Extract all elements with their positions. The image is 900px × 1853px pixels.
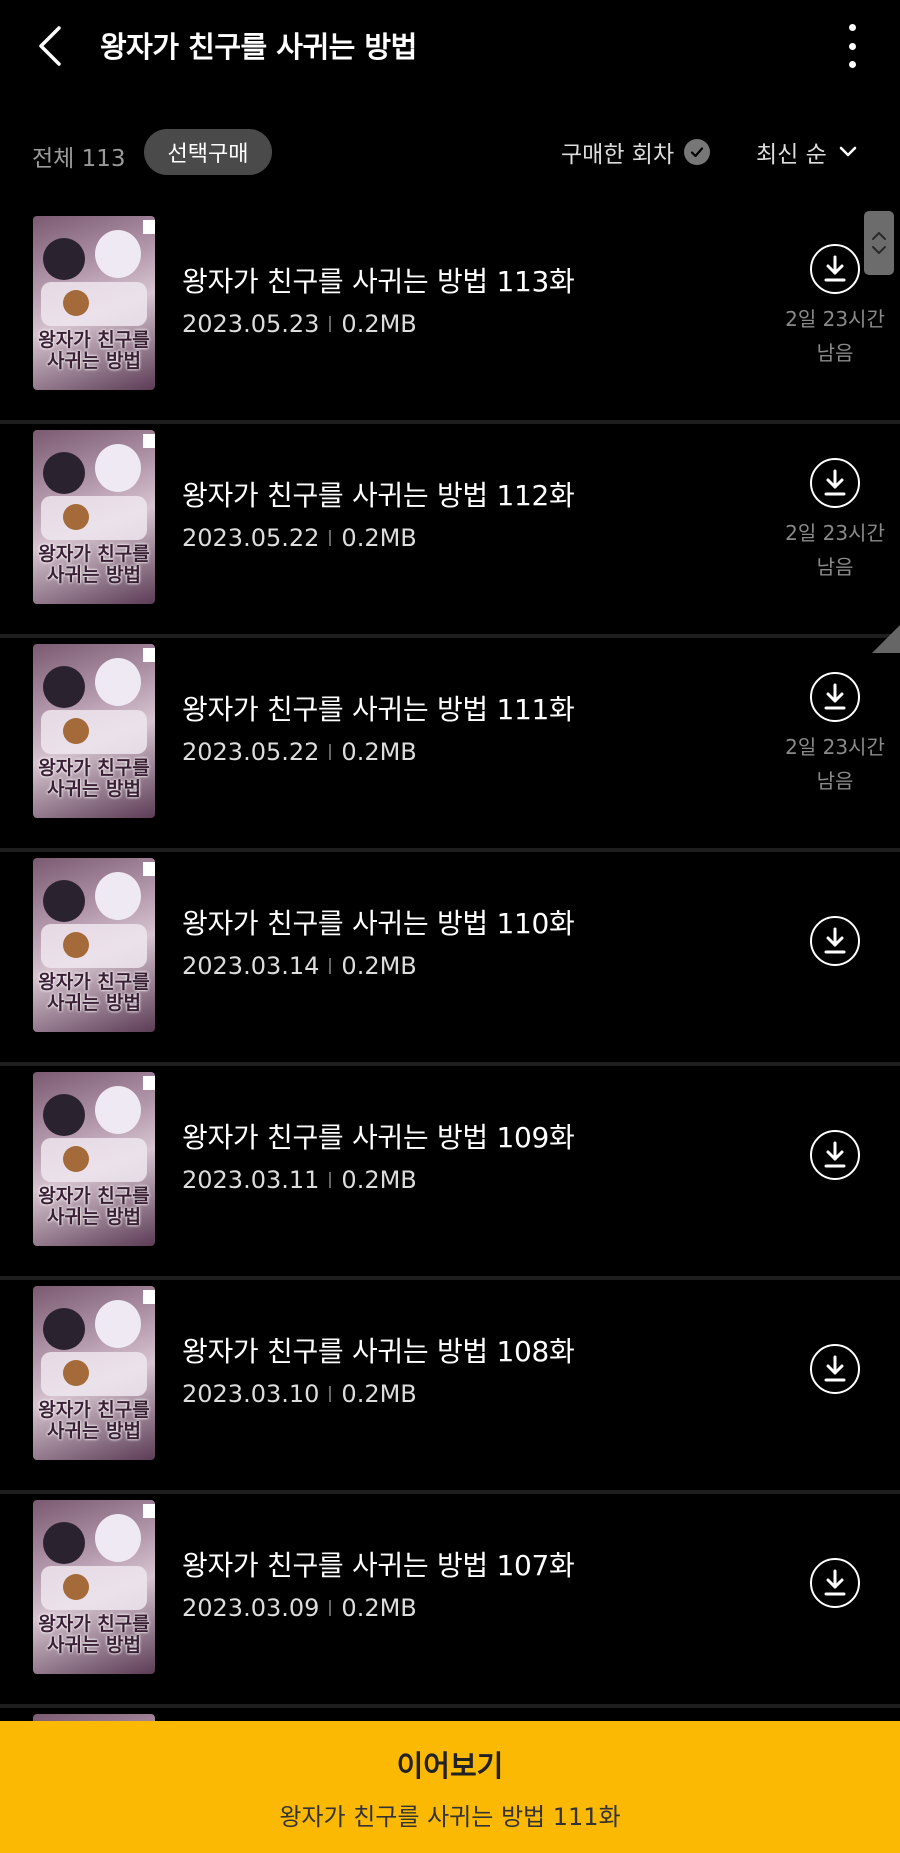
episode-row[interactable]: 왕자가 친구를 사귀는 방법 왕자가 친구를 사귀는 방법 113화 2023.0… [0,210,900,424]
episode-title: 왕자가 친구를 사귀는 방법 111화 [182,693,575,726]
episode-date: 2023.05.23 [182,310,320,338]
select-purchase-button[interactable]: 선택구매 [144,129,272,175]
episode-meta: 2023.03.11 0.2MB [182,1166,417,1194]
episode-thumbnail: 왕자가 친구를 사귀는 방법 [33,644,155,818]
episode-size: 0.2MB [341,1380,417,1408]
episode-row[interactable]: 왕자가 친구를 사귀는 방법 왕자가 친구를 사귀는 방법 109화 2023.0… [0,1066,900,1280]
episode-size: 0.2MB [341,1594,417,1622]
download-button[interactable] [810,458,860,508]
filter-bar: 전체 113 선택구매 구매한 회차 최신 순 [0,125,900,181]
divider [329,1172,332,1188]
episode-date: 2023.03.10 [182,1380,320,1408]
episode-row[interactable]: 왕자가 친구를 사귀는 방법 왕자가 친구를 사귀는 방법 110화 2023.0… [0,852,900,1066]
episode-list-screen: 왕자가 친구를 사귀는 방법 전체 113 선택구매 구매한 회차 최신 순 왕… [0,0,900,1853]
total-count: 전체 113 [32,146,126,172]
episode-thumbnail: 왕자가 친구를 사귀는 방법 [33,1500,155,1674]
episode-date: 2023.05.22 [182,738,320,766]
episode-size: 0.2MB [341,952,417,980]
more-vertical-icon [848,24,856,31]
episode-size: 0.2MB [341,1166,417,1194]
download-button[interactable] [810,1558,860,1608]
download-icon [824,683,846,710]
page-title: 왕자가 친구를 사귀는 방법 [100,30,417,64]
download-icon [824,1355,846,1382]
episode-meta: 2023.05.22 0.2MB [182,524,417,552]
episode-date: 2023.03.11 [182,1166,320,1194]
download-icon [824,1141,846,1168]
chevron-down-icon [839,146,857,157]
download-icon [824,1569,846,1596]
divider [329,958,332,974]
episode-meta: 2023.05.23 0.2MB [182,310,417,338]
episode-date: 2023.03.14 [182,952,320,980]
episode-list: 왕자가 친구를 사귀는 방법 왕자가 친구를 사귀는 방법 113화 2023.0… [0,210,900,1853]
continue-episode-title: 왕자가 친구를 사귀는 방법 111화 [279,1802,621,1831]
episode-size: 0.2MB [341,738,417,766]
divider [329,316,332,332]
continue-label: 이어보기 [396,1748,504,1783]
sort-dropdown[interactable]: 최신 순 [756,137,857,168]
corner-marker-icon [872,625,900,653]
episode-row[interactable]: 왕자가 친구를 사귀는 방법 왕자가 친구를 사귀는 방법 108화 2023.0… [0,1280,900,1494]
rental-remaining: 2일 23시간 남음 [785,735,885,793]
episode-thumbnail: 왕자가 친구를 사귀는 방법 [33,858,155,1032]
fast-scroll-handle[interactable] [864,211,894,275]
episode-title: 왕자가 친구를 사귀는 방법 108화 [182,1335,575,1368]
download-button[interactable] [810,672,860,722]
scroll-arrows-icon [872,232,886,254]
episode-row[interactable]: 왕자가 친구를 사귀는 방법 왕자가 친구를 사귀는 방법 107화 2023.0… [0,1494,900,1708]
episode-title: 왕자가 친구를 사귀는 방법 112화 [182,479,575,512]
download-button[interactable] [810,916,860,966]
episode-thumbnail: 왕자가 친구를 사귀는 방법 [33,1286,155,1460]
divider [329,1386,332,1402]
back-button[interactable] [28,22,72,70]
divider [329,1600,332,1616]
episode-thumbnail: 왕자가 친구를 사귀는 방법 [33,430,155,604]
episode-title: 왕자가 친구를 사귀는 방법 110화 [182,907,575,940]
episode-size: 0.2MB [341,310,417,338]
episode-date: 2023.05.22 [182,524,320,552]
more-options-button[interactable] [830,20,874,72]
episode-meta: 2023.05.22 0.2MB [182,738,417,766]
download-icon [824,927,846,954]
episode-title: 왕자가 친구를 사귀는 방법 107화 [182,1549,575,1582]
episode-meta: 2023.03.09 0.2MB [182,1594,417,1622]
episode-thumbnail: 왕자가 친구를 사귀는 방법 [33,1072,155,1246]
episode-meta: 2023.03.10 0.2MB [182,1380,417,1408]
download-button[interactable] [810,1344,860,1394]
purchased-filter-toggle[interactable]: 구매한 회차 [561,137,711,168]
back-arrow-icon [39,26,61,66]
sort-label: 최신 순 [756,142,827,168]
episode-meta: 2023.03.14 0.2MB [182,952,417,980]
episode-title: 왕자가 친구를 사귀는 방법 109화 [182,1121,575,1154]
episode-thumbnail: 왕자가 친구를 사귀는 방법 [33,216,155,390]
download-button[interactable] [810,1130,860,1180]
download-icon [824,469,846,496]
episode-date: 2023.03.09 [182,1594,320,1622]
download-button[interactable] [810,244,860,294]
episode-row[interactable]: 왕자가 친구를 사귀는 방법 왕자가 친구를 사귀는 방법 111화 2023.0… [0,638,900,852]
download-icon [824,255,846,282]
purchased-filter-label: 구매한 회차 [561,142,675,168]
divider [329,744,332,760]
continue-reading-button[interactable]: 이어보기 왕자가 친구를 사귀는 방법 111화 [0,1721,900,1853]
top-bar: 왕자가 친구를 사귀는 방법 [0,0,900,95]
rental-remaining: 2일 23시간 남음 [785,307,885,365]
episode-title: 왕자가 친구를 사귀는 방법 113화 [182,265,575,298]
check-circle-icon [684,139,711,165]
rental-remaining: 2일 23시간 남음 [785,521,885,579]
episode-row[interactable]: 왕자가 친구를 사귀는 방법 왕자가 친구를 사귀는 방법 112화 2023.0… [0,424,900,638]
divider [329,530,332,546]
episode-size: 0.2MB [341,524,417,552]
